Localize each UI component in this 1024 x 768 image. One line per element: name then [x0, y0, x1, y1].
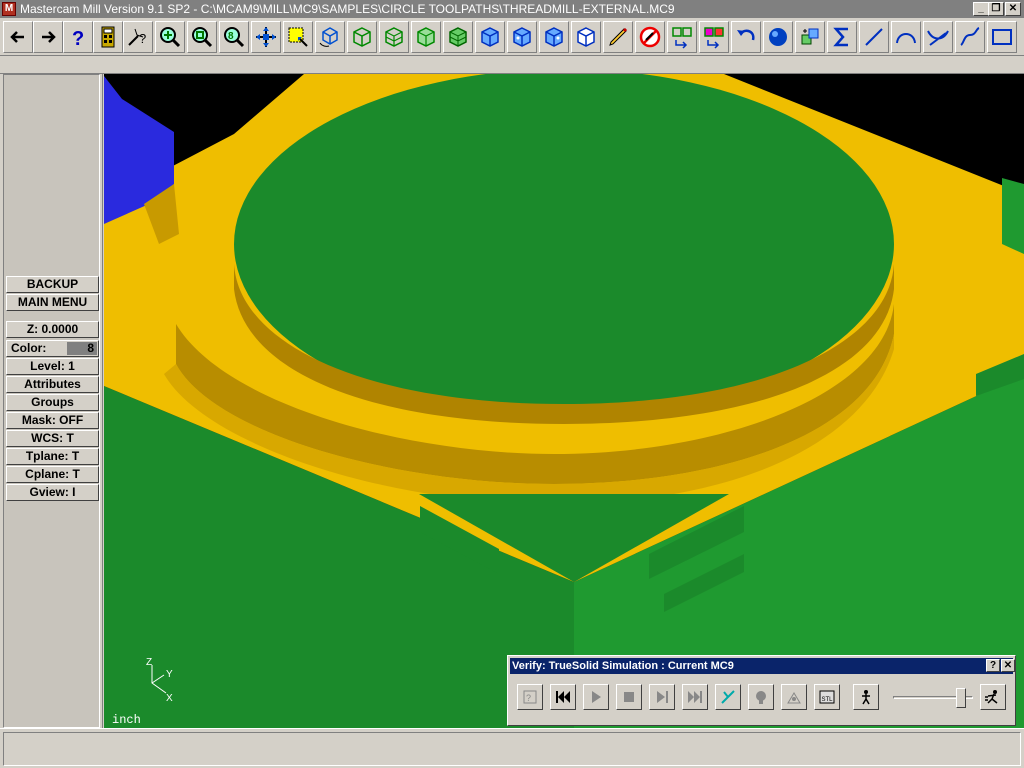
main-toolbar: ? ? 8 [0, 18, 1024, 56]
no-draw-icon[interactable] [635, 21, 665, 53]
left-menu-panel: BACKUP MAIN MENU Z: 0.0000 Color: 8 Leve… [0, 74, 103, 728]
svg-text:?: ? [139, 31, 146, 46]
title-bar[interactable]: M Mastercam Mill Version 9.1 SP2 - C:\MC… [0, 0, 1024, 18]
screen-select-icon[interactable] [283, 21, 313, 53]
rewind-icon[interactable] [550, 684, 576, 710]
speed-slider-thumb[interactable] [956, 688, 966, 708]
close-button[interactable]: ✕ [1005, 2, 1021, 16]
pan-icon[interactable] [251, 21, 281, 53]
stop-icon[interactable] [616, 684, 642, 710]
mastercam-logo-icon: M [2, 2, 16, 16]
cube-blue3-icon[interactable] [539, 21, 569, 53]
transform-icon[interactable] [667, 21, 697, 53]
axis-y-label: Y [166, 669, 173, 680]
main-menu-button[interactable]: MAIN MENU [6, 294, 99, 311]
back-arrow-icon[interactable] [3, 21, 33, 53]
pick-query-icon[interactable]: ? [123, 21, 153, 53]
tool-display-icon[interactable] [715, 684, 741, 710]
rotate-icon[interactable] [315, 21, 345, 53]
right-clamp [1002, 178, 1024, 254]
z-depth-button[interactable]: Z: 0.0000 [6, 321, 99, 338]
wcs-button[interactable]: WCS: T [6, 430, 99, 447]
visibility-icon[interactable] [781, 684, 807, 710]
verify-title: Verify: TrueSolid Simulation : Current M… [512, 660, 734, 672]
cube-blue-icon[interactable] [475, 21, 505, 53]
window-title: Mastercam Mill Version 9.1 SP2 - C:\MCAM… [20, 2, 675, 16]
restore-button[interactable]: ❐ [988, 2, 1004, 16]
cube-blue2-icon[interactable] [507, 21, 537, 53]
pencil-icon[interactable] [603, 21, 633, 53]
zoom-fit-icon[interactable]: 8 [219, 21, 249, 53]
sum-icon[interactable] [827, 21, 857, 53]
groups-button[interactable]: Groups [6, 394, 99, 411]
prompt-area [0, 56, 1024, 74]
wireframe-cube-icon[interactable] [347, 21, 377, 53]
units-label: inch [112, 713, 141, 727]
play-icon[interactable] [583, 684, 609, 710]
fast-forward-icon[interactable] [682, 684, 708, 710]
verify-help-button[interactable]: ? [986, 659, 1000, 672]
cplane-button[interactable]: Cplane: T [6, 466, 99, 483]
sphere-icon[interactable] [763, 21, 793, 53]
verify-title-bar[interactable]: Verify: TrueSolid Simulation : Current M… [510, 658, 1015, 674]
rectangle-icon[interactable] [987, 21, 1017, 53]
solid-model-scene [104, 74, 1024, 728]
wireframe-cube-green2-icon[interactable] [411, 21, 441, 53]
color-button[interactable]: Color: 8 [6, 340, 99, 357]
line-icon[interactable] [859, 21, 889, 53]
machine-parameters-icon[interactable]: ? [517, 684, 543, 710]
mastercam-window: M Mastercam Mill Version 9.1 SP2 - C:\MC… [0, 0, 1024, 768]
step-icon[interactable] [649, 684, 675, 710]
gview-button[interactable]: Gview: I [6, 484, 99, 501]
axis-x-label: X [166, 693, 173, 704]
attributes-button[interactable]: Attributes [6, 376, 99, 393]
status-bar [0, 728, 1024, 768]
forward-arrow-icon[interactable] [33, 21, 63, 53]
cube-blue4-icon[interactable] [571, 21, 601, 53]
verify-dialog: Verify: TrueSolid Simulation : Current M… [507, 655, 1016, 726]
calculator-icon[interactable] [93, 21, 123, 53]
svg-text:STL: STL [822, 697, 834, 703]
backup-button[interactable]: BACKUP [6, 276, 99, 293]
stl-save-icon[interactable]: STL [814, 684, 840, 710]
color-label: Color: [11, 341, 47, 355]
color-swatch: 8 [67, 342, 97, 355]
help-icon[interactable]: ? [63, 21, 93, 53]
spline-icon[interactable] [955, 21, 985, 53]
tool-icon[interactable] [748, 684, 774, 710]
slow-speed-icon[interactable] [853, 684, 879, 710]
verify-close-button[interactable]: ✕ [1001, 659, 1015, 672]
mask-button[interactable]: Mask: OFF [6, 412, 99, 429]
status-field [3, 732, 1021, 766]
axis-z-label: Z [146, 657, 152, 668]
tplane-button[interactable]: Tplane: T [6, 448, 99, 465]
wireframe-cube-green3-icon[interactable] [443, 21, 473, 53]
unzoom-icon[interactable] [187, 21, 217, 53]
transform-color-icon[interactable] [699, 21, 729, 53]
undo-icon[interactable] [731, 21, 761, 53]
wireframe-cube-green-icon[interactable] [379, 21, 409, 53]
layers-icon[interactable] [795, 21, 825, 53]
arc-icon[interactable] [891, 21, 921, 53]
axis-indicator: Z Y X [146, 657, 173, 704]
level-button[interactable]: Level: 1 [6, 358, 99, 375]
svg-text:?: ? [526, 693, 531, 703]
fast-speed-icon[interactable] [980, 684, 1006, 710]
minimize-button[interactable]: _ [973, 2, 989, 16]
trim-icon[interactable] [923, 21, 953, 53]
zoom-icon[interactable] [155, 21, 185, 53]
svg-text:8: 8 [228, 31, 234, 42]
graphics-viewport[interactable]: Z Y X inch [104, 74, 1024, 728]
svg-text:?: ? [72, 28, 84, 49]
